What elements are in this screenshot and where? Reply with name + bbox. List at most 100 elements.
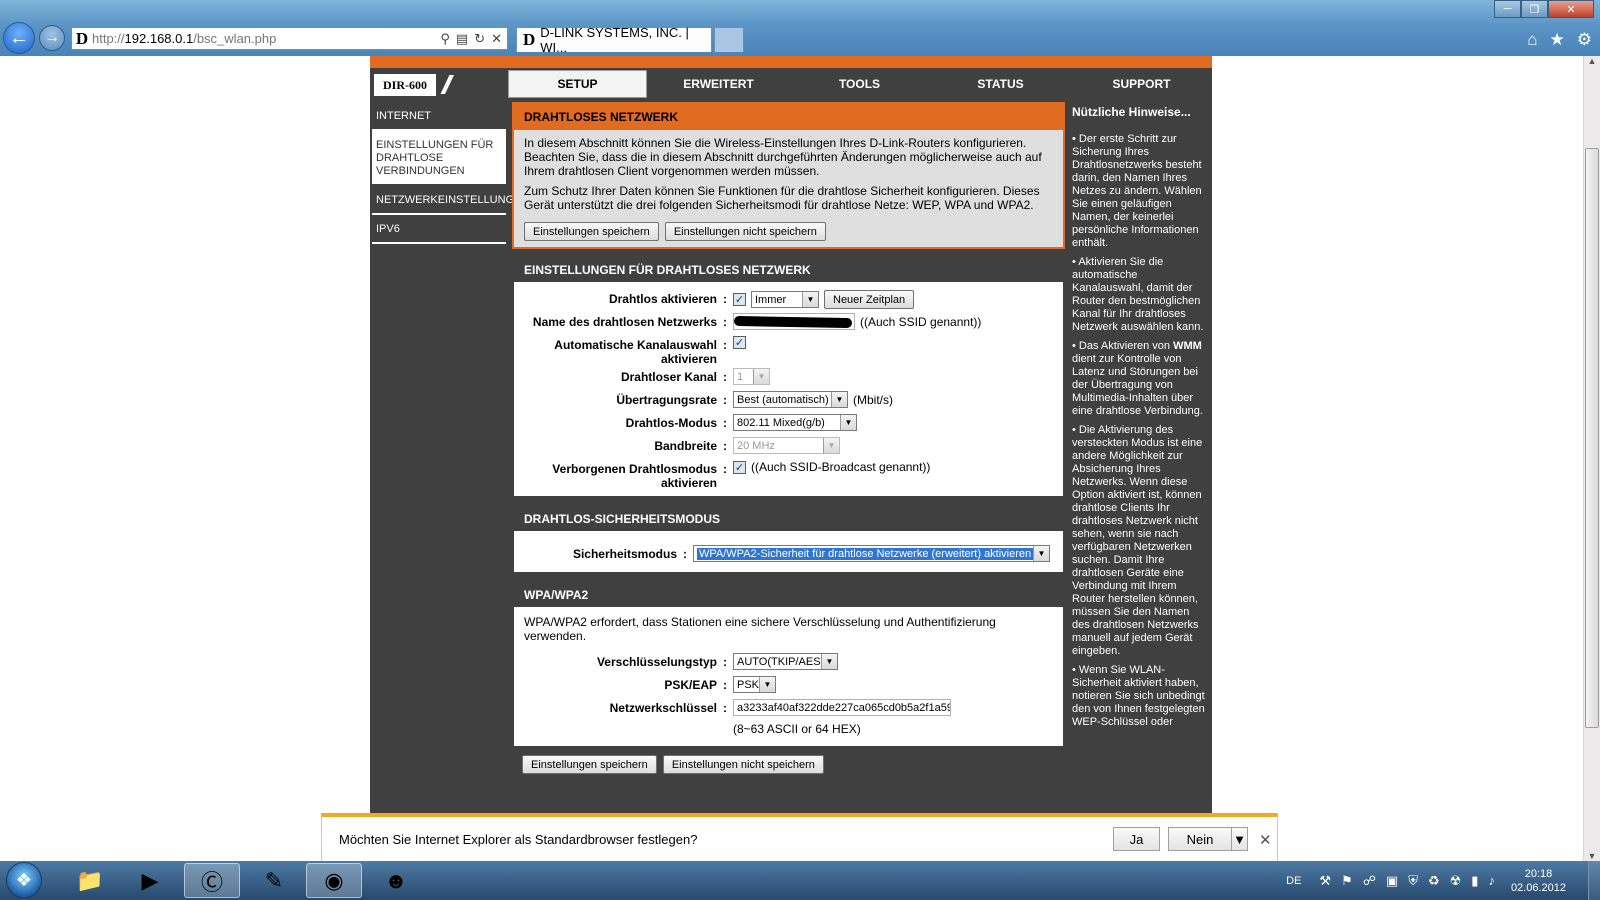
restore-button[interactable]: ❐: [1521, 0, 1548, 18]
vertical-scrollbar[interactable]: ▲ ▼: [1583, 56, 1600, 868]
language-indicator[interactable]: DE: [1286, 875, 1301, 887]
page-content: DIR-600 /// SETUP ERWEITERT TOOLS STATUS…: [0, 56, 1583, 868]
show-desktop-button[interactable]: [1588, 861, 1600, 900]
tray-pdf-icon[interactable]: ☢: [1450, 873, 1462, 889]
auto-channel-checkbox[interactable]: ✓: [733, 336, 746, 349]
tray-flag-icon[interactable]: ⚑: [1341, 873, 1353, 889]
address-bar[interactable]: D http://192.168.0.1/bsc_wlan.php ⚲ ▤ ↻ …: [71, 27, 508, 50]
hint-3-post: dient zur Kontrolle von Latenz und Störu…: [1072, 353, 1203, 417]
tray-monitor-icon[interactable]: ▣: [1386, 873, 1398, 889]
minimize-button[interactable]: ─: [1494, 0, 1521, 18]
ssid-label: Name des drahtlosen Netzwerks: [532, 315, 717, 329]
tab-status[interactable]: STATUS: [931, 70, 1070, 98]
bandwidth-select[interactable]: 20 MHz ▼: [733, 437, 840, 454]
transmission-rate-value: Best (automatisch): [737, 393, 829, 406]
wireless-mode-select[interactable]: 802.11 Mixed(g/b) ▼: [733, 414, 857, 431]
refresh-icon[interactable]: ↻: [474, 31, 485, 47]
yes-button[interactable]: Ja: [1113, 827, 1160, 851]
clock[interactable]: 20:18 02.06.2012: [1511, 867, 1566, 895]
tray-battery-icon[interactable]: ▮: [1471, 873, 1478, 889]
sidebar-item-network[interactable]: NETZWERKEINSTELLUNGEN: [372, 186, 529, 215]
transmission-rate-unit: (Mbit/s): [853, 392, 893, 407]
dont-save-button-bottom[interactable]: Einstellungen nicht speichern: [662, 755, 824, 774]
messenger-icon: ☻: [384, 867, 408, 893]
transmission-rate-select[interactable]: Best (automatisch) ▼: [733, 391, 848, 408]
scrollbar-thumb[interactable]: [1585, 148, 1599, 728]
model-label: DIR-600: [374, 74, 436, 96]
compatibility-view-icon[interactable]: ▤: [456, 31, 468, 47]
scroll-up-arrow-icon[interactable]: ▲: [1584, 56, 1600, 73]
stop-icon[interactable]: ✕: [491, 31, 502, 47]
channel-select[interactable]: 1 ▼: [733, 368, 770, 385]
window-controls: ─ ❐ ✕: [1494, 0, 1594, 18]
intro-panel: DRAHTLOSES NETZWERK In diesem Abschnitt …: [512, 102, 1065, 249]
hidden-mode-note: ((Auch SSID-Broadcast genannt)): [751, 460, 931, 474]
schedule-select[interactable]: Immer ▼: [751, 291, 819, 308]
tab-advanced[interactable]: ERWEITERT: [649, 70, 788, 98]
ssid-note: ((Auch SSID genannt)): [860, 314, 982, 329]
network-key-input[interactable]: a3233af40af322dde227ca065cd0b5a2f1a59f: [733, 699, 951, 716]
schedule-select-value: Immer: [755, 293, 787, 306]
close-notification-button[interactable]: ✕: [1259, 831, 1272, 849]
arrow-right-icon: →: [44, 29, 60, 46]
bandwidth-value: 20 MHz: [737, 439, 775, 452]
ssid-input[interactable]: [733, 313, 855, 330]
tab-setup[interactable]: SETUP: [508, 70, 647, 98]
back-button[interactable]: ←: [3, 22, 35, 54]
channel-select-value: 1: [737, 370, 744, 383]
tray-update-icon[interactable]: ♻: [1428, 873, 1440, 889]
taskbar-internet-explorer[interactable]: Ⓒ: [184, 863, 240, 898]
taskbar-media-player[interactable]: ▶: [122, 863, 178, 898]
security-mode-value: WPA/WPA2-Sicherheit für drahtlose Netzwe…: [697, 547, 1034, 560]
taskbar-messenger[interactable]: ☻: [368, 863, 424, 898]
transmission-rate-label: Übertragungsrate: [616, 393, 717, 407]
security-mode-select[interactable]: WPA/WPA2-Sicherheit für drahtlose Netzwe…: [693, 545, 1050, 562]
close-window-button[interactable]: ✕: [1548, 0, 1594, 18]
sidebar-item-ipv6[interactable]: IPV6: [372, 215, 506, 244]
sidebar-item-wireless[interactable]: EINSTELLUNGEN FÜR DRAHTLOSE VERBINDUNGEN: [372, 131, 506, 186]
media-player-icon: ▶: [141, 867, 159, 893]
tray-volume-icon[interactable]: ♪: [1488, 873, 1495, 889]
tab-support[interactable]: SUPPORT: [1072, 70, 1211, 98]
new-schedule-button[interactable]: Neuer Zeitplan: [824, 290, 915, 309]
enable-wireless-checkbox[interactable]: ✓: [733, 293, 746, 306]
chevron-down-icon: ▼: [831, 392, 847, 407]
checkmark-icon: ✓: [734, 294, 745, 306]
chevron-down-icon: ▼: [840, 415, 856, 430]
tab-tools[interactable]: TOOLS: [790, 70, 929, 98]
psk-eap-value: PSK: [737, 678, 760, 691]
wpa-title: WPA/WPA2: [514, 583, 1063, 607]
tray-antivirus-icon[interactable]: ⚒: [1319, 873, 1331, 889]
minimize-icon: ─: [1503, 3, 1512, 15]
home-icon[interactable]: ⌂: [1527, 30, 1537, 50]
tray-network-icon[interactable]: ☍: [1363, 873, 1376, 889]
gear-icon[interactable]: ⚙: [1577, 30, 1592, 50]
new-tab-button[interactable]: [714, 27, 744, 52]
notification-message: Möchten Sie Internet Explorer als Standa…: [339, 832, 698, 847]
taskbar-app-paint[interactable]: ✎: [246, 863, 302, 898]
tab-title: D-LINK SYSTEMS, INC. | WI...: [540, 25, 689, 55]
save-button[interactable]: Einstellungen speichern: [524, 222, 659, 241]
hidden-mode-checkbox[interactable]: ✓: [733, 460, 746, 474]
search-icon[interactable]: ⚲: [440, 31, 450, 47]
forward-button[interactable]: →: [39, 25, 65, 51]
tray-shield-icon[interactable]: ⛨: [1408, 873, 1418, 889]
start-button[interactable]: ❖: [6, 862, 42, 898]
clock-date: 02.06.2012: [1510, 881, 1566, 894]
no-options-dropdown[interactable]: ▼: [1231, 827, 1248, 851]
checkmark-icon: ✓: [734, 337, 745, 349]
dont-save-button[interactable]: Einstellungen nicht speichern: [664, 222, 826, 241]
sidebar-item-internet[interactable]: INTERNET: [372, 102, 506, 131]
taskbar-firefox[interactable]: ◉: [306, 863, 362, 898]
browser-tab[interactable]: D D-LINK SYSTEMS, INC. | WI...: [516, 25, 712, 55]
brand-stripe: [370, 56, 1212, 68]
taskbar-explorer[interactable]: 📁: [62, 863, 118, 898]
save-button-bottom[interactable]: Einstellungen speichern: [522, 755, 657, 774]
network-key-hint: (8~63 ASCII or 64 HEX): [733, 722, 861, 736]
no-button[interactable]: Nein: [1168, 827, 1232, 851]
paint-icon: ✎: [264, 867, 284, 893]
close-icon: ✕: [1566, 3, 1576, 16]
favorites-star-icon[interactable]: ★: [1550, 30, 1565, 50]
psk-eap-select[interactable]: PSK ▼: [733, 676, 776, 693]
cipher-type-select[interactable]: AUTO(TKIP/AES) ▼: [733, 653, 838, 670]
